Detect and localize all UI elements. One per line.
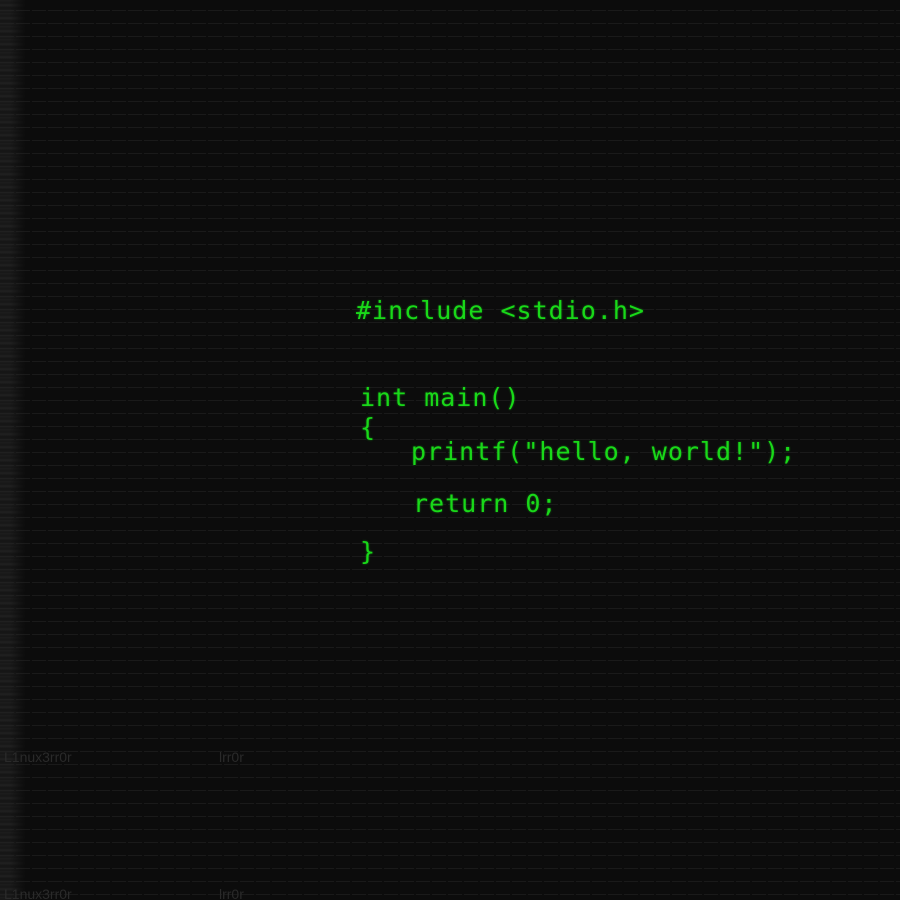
watermark-text: L1nux3rr0r [4, 749, 72, 765]
watermark-text: lrr0r [219, 749, 244, 765]
code-line-include: #include <stdio.h> [356, 296, 645, 325]
code-line-main-signature: int main() [360, 383, 521, 412]
code-line-close-brace: } [360, 537, 377, 566]
code-line-printf: printf("hello, world!"); [411, 437, 797, 466]
left-edge-noise [0, 0, 26, 900]
watermark-text: lrr0r [219, 886, 244, 900]
watermark-text: L1nux3rr0r [4, 886, 72, 900]
code-line-open-brace: { [360, 413, 377, 442]
code-line-return: return 0; [413, 489, 558, 518]
terminal-screen: #include <stdio.h> int main() { printf("… [0, 0, 900, 900]
